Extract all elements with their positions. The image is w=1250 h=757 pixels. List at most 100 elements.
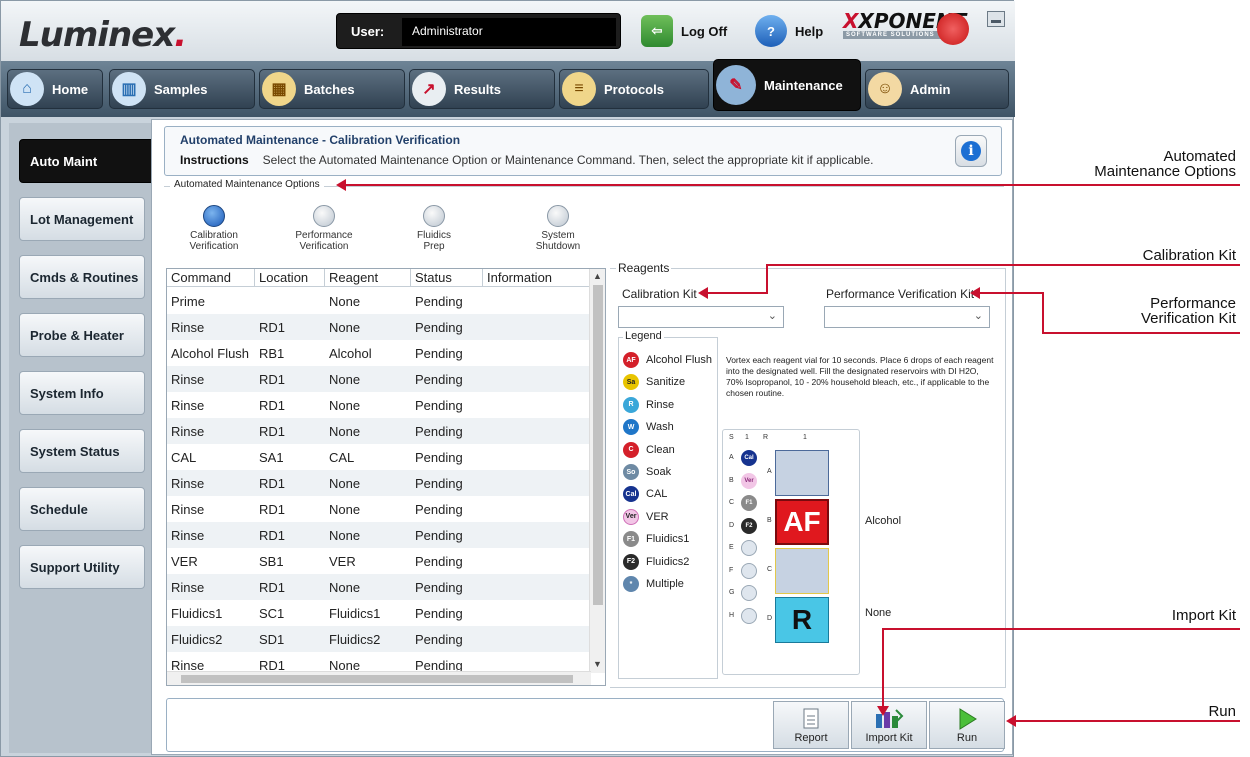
legend-label: Legend	[623, 330, 664, 342]
table-row[interactable]: Fluidics2 SD1 Fluidics2 Pending	[167, 626, 591, 652]
reservoir-well[interactable]: AF	[775, 499, 829, 545]
logoff-button[interactable]: ⇦ Log Off	[641, 15, 727, 47]
table-row[interactable]: Rinse RD1 None Pending	[167, 574, 591, 600]
performance-kit-select[interactable]: ⌄	[824, 306, 990, 328]
table-row[interactable]: Rinse RD1 None Pending	[167, 496, 591, 522]
option-calibration-verification[interactable]: Calibration Verification	[174, 205, 254, 252]
import-kit-button[interactable]: Import Kit	[851, 701, 927, 749]
tab-admin[interactable]: ☺ Admin	[865, 69, 1009, 109]
reagents-panel: Reagents Calibration Kit ⌄ Performance V…	[610, 261, 1006, 688]
sidebar-item-auto-maint[interactable]: Auto Maint	[19, 139, 159, 183]
legend-badge-icon: Sa	[623, 374, 639, 391]
sidebar-item-system-status[interactable]: System Status	[19, 429, 145, 473]
plate-well[interactable]	[741, 540, 757, 556]
logoff-label: Log Off	[681, 23, 728, 39]
table-cell: None	[329, 371, 361, 387]
table-cell: RD1	[259, 371, 286, 387]
reservoir-d-label: None	[865, 607, 892, 619]
report-button[interactable]: Report	[773, 701, 849, 749]
plate-row-label: H	[729, 611, 735, 619]
table-row[interactable]: Rinse RD1 None Pending	[167, 392, 591, 418]
table-row[interactable]: Rinse RD1 None Pending	[167, 470, 591, 496]
plate-well[interactable]: F2	[741, 517, 757, 534]
table-cell: Pending	[415, 579, 463, 595]
calibration-kit-select[interactable]: ⌄	[618, 306, 784, 328]
plate-map: S 1 R 1 A Cal B Ver C F1 D F2 E F G H A B AF C D R	[722, 429, 860, 675]
tab-maintenance[interactable]: ✎ Maintenance	[713, 59, 861, 111]
table-cell: None	[329, 475, 361, 491]
option-performance-verification[interactable]: Performance Verification	[284, 205, 364, 252]
sidebar-item-lot-management[interactable]: Lot Management	[19, 197, 145, 241]
sidebar-item-probe-heater[interactable]: Probe & Heater	[19, 313, 145, 357]
sidebar-item-schedule[interactable]: Schedule	[19, 487, 145, 531]
col-reagent[interactable]: Reagent	[325, 269, 411, 287]
sidebar-item-system-info[interactable]: System Info	[19, 371, 145, 415]
vertical-scrollbar[interactable]: ▲ ▼	[589, 269, 605, 673]
table-cell: None	[329, 423, 361, 439]
table-row[interactable]: Rinse RD1 None Pending	[167, 366, 591, 392]
legend-item: W Wash	[623, 417, 674, 437]
reservoir-row-label: D	[767, 615, 773, 622]
table-cell: Pending	[415, 475, 463, 491]
annotation-line	[1042, 292, 1044, 334]
plate-well[interactable]	[741, 585, 757, 601]
plate-well[interactable]: F1	[741, 495, 757, 511]
tab-home[interactable]: ⌂ Home	[7, 69, 103, 109]
legend-badge-icon: F1	[623, 531, 639, 548]
user-field: Administrator	[402, 18, 616, 46]
annotation-import-kit: Import Kit	[1171, 607, 1236, 624]
annotation-arrow	[877, 706, 889, 716]
legend-label: Soak	[646, 466, 672, 478]
annotation-line	[1016, 720, 1240, 722]
legend-label: Clean	[646, 443, 675, 456]
table-cell: RD1	[259, 397, 286, 413]
option-system-shutdown[interactable]: System Shutdown	[518, 205, 598, 252]
option-fluidics-prep[interactable]: Fluidics Prep	[394, 205, 474, 252]
col-command[interactable]: Command	[167, 269, 255, 287]
table-cell: Pending	[415, 397, 463, 413]
table-row[interactable]: Prime None Pending	[167, 288, 591, 314]
plate-well[interactable]	[741, 607, 757, 624]
table-row[interactable]: Fluidics1 SC1 Fluidics1 Pending	[167, 600, 591, 626]
legend-label: CAL	[646, 488, 668, 501]
sidebar-item-cmds-routines[interactable]: Cmds & Routines	[19, 255, 145, 299]
plate-well[interactable]: Cal	[741, 450, 757, 466]
legend-item: AF Alcohol Flush	[623, 350, 712, 370]
tab-results[interactable]: ↗ Results	[409, 69, 555, 109]
legend-label: Multiple	[646, 578, 684, 590]
col-information[interactable]: Information	[483, 269, 591, 287]
minimize-icon[interactable]	[987, 11, 1005, 27]
plate-row-label: F	[729, 566, 734, 574]
reservoir-well[interactable]	[775, 450, 829, 496]
tab-samples[interactable]: ▥ Samples	[109, 69, 255, 109]
reservoir-well[interactable]	[775, 548, 829, 594]
tab-protocols[interactable]: ≡ Protocols	[559, 69, 709, 109]
table-cell: Alcohol	[329, 345, 372, 361]
table-cell: Rinse	[171, 501, 205, 517]
table-row[interactable]: CAL SA1 CAL Pending	[167, 444, 591, 470]
run-button[interactable]: Run	[929, 701, 1005, 749]
sidebar-item-support-utility[interactable]: Support Utility	[19, 545, 145, 589]
annotation-performance-kit: Performance Verification Kit	[1140, 295, 1236, 327]
horizontal-scrollbar[interactable]	[167, 671, 591, 685]
plate-well[interactable]: Ver	[741, 472, 757, 489]
plate-row-label: D	[729, 521, 735, 529]
tab-batches[interactable]: ▦ Batches	[259, 69, 405, 109]
table-cell: RD1	[259, 475, 286, 491]
table-row[interactable]: VER SB1 VER Pending	[167, 548, 591, 574]
table-row[interactable]: Rinse RD1 None Pending	[167, 418, 591, 444]
annotation-arrow	[970, 287, 980, 299]
help-button[interactable]: ? Help	[755, 15, 823, 47]
table-row[interactable]: Rinse RD1 None Pending	[167, 522, 591, 548]
table-cell: Fluidics2	[171, 631, 223, 647]
instructions: Instructions Select the Automated Mainten…	[180, 153, 874, 167]
info-button[interactable]: i	[955, 135, 987, 167]
col-location[interactable]: Location	[255, 269, 325, 287]
reservoir-well[interactable]: R	[775, 597, 829, 643]
legend-badge-icon: W	[623, 419, 639, 436]
col-status[interactable]: Status	[411, 269, 483, 287]
table-row[interactable]: Alcohol Flush RB1 Alcohol Pending	[167, 340, 591, 366]
plate-well[interactable]	[741, 562, 757, 579]
table-row[interactable]: Rinse RD1 None Pending	[167, 314, 591, 340]
logoff-icon: ⇦	[641, 15, 673, 47]
